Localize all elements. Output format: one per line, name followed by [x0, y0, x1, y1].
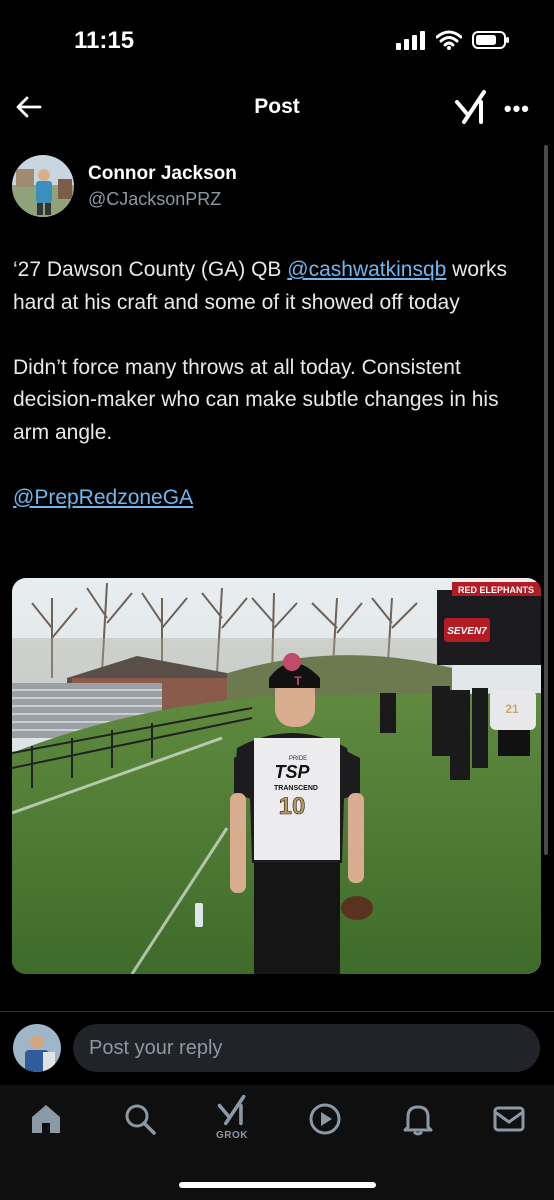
grok-icon: [217, 1094, 246, 1126]
system-icons: [396, 30, 510, 50]
post-paragraph-1: ‘27 Dawson County (GA) QB @cashwatkinsqb…: [13, 254, 538, 319]
status-bar: 11:15: [0, 0, 554, 80]
user-avatar[interactable]: [13, 1024, 61, 1072]
reply-bar: Post your reply: [0, 1012, 554, 1084]
more-horizontal-icon[interactable]: •••: [504, 96, 530, 122]
post-paragraph-2: Didn’t force many throws at all today. C…: [13, 355, 499, 444]
post-header: Post •••: [0, 80, 554, 138]
status-time: 11:15: [74, 27, 135, 54]
grok-icon[interactable]: [454, 88, 488, 126]
author-name[interactable]: Connor Jackson: [88, 163, 237, 185]
right-jersey-number: 21: [505, 702, 519, 716]
author-handle[interactable]: @CJacksonPRZ: [88, 189, 221, 210]
battery-icon: [472, 31, 509, 49]
scoreboard-text: RED ELEPHANTS: [458, 585, 534, 595]
scrollbar[interactable]: [544, 145, 548, 855]
post-text-segment: ‘27 Dawson County (GA) QB: [13, 258, 288, 281]
jersey-subtext: TRANSCEND: [274, 785, 318, 792]
football-player-photo: RED ELEPHANTS SEVEN7 21 T PRIDE TSP TRAN…: [12, 578, 541, 974]
bell-icon[interactable]: [400, 1101, 436, 1137]
home-icon[interactable]: [28, 1101, 64, 1137]
jersey-brand: TSP: [274, 762, 310, 782]
post-paragraph-3: @PrepRedzoneGA: [13, 482, 538, 515]
mail-icon[interactable]: [491, 1101, 527, 1137]
play-circle-icon[interactable]: [307, 1101, 343, 1137]
mention-link[interactable]: @PrepRedzoneGA: [13, 486, 193, 509]
signal-icon: [396, 31, 425, 50]
post-text: ‘27 Dawson County (GA) QB @cashwatkinsqb…: [13, 254, 538, 514]
svg-text:T: T: [294, 674, 302, 688]
grok-label: GROK: [216, 1130, 248, 1141]
author-avatar[interactable]: [12, 155, 74, 217]
wifi-icon: [436, 30, 462, 50]
reply-input[interactable]: Post your reply: [73, 1024, 540, 1072]
tab-grok[interactable]: GROK: [214, 1093, 250, 1145]
post-image[interactable]: RED ELEPHANTS SEVEN7 21 T PRIDE TSP TRAN…: [12, 578, 541, 974]
jersey-number: 10: [279, 793, 306, 820]
search-icon[interactable]: [122, 1101, 158, 1137]
mention-link[interactable]: @cashwatkinsqb: [287, 258, 446, 281]
home-indicator[interactable]: [179, 1182, 376, 1188]
banner-text: SEVEN7: [447, 626, 487, 637]
